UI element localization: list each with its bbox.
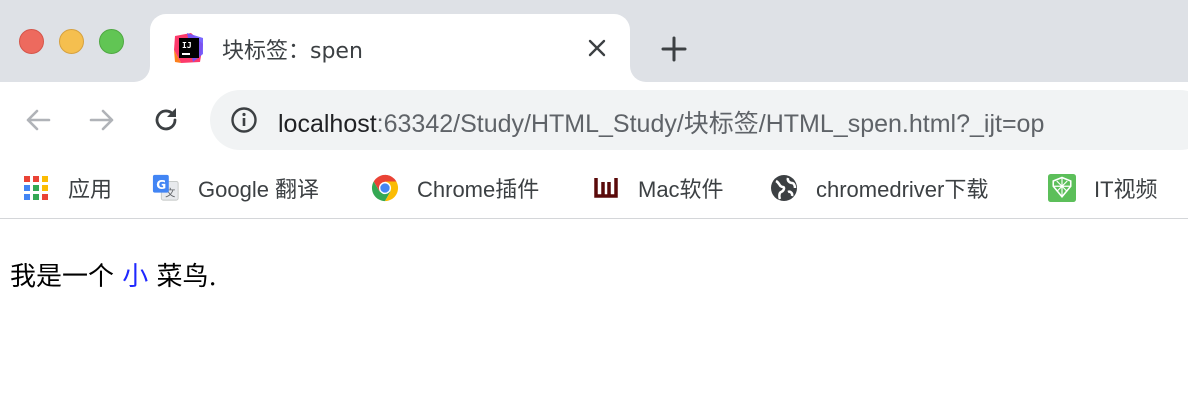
bookmark-label: chromedriver下载 [816,177,989,202]
chrome-icon [371,174,399,202]
close-icon[interactable] [581,32,613,64]
tab-strip: IJ 块标签：spen [0,0,1188,82]
address-bar[interactable]: localhost:63342/Study/HTML_Study/块标签/HTM… [210,90,1188,150]
bookmark-google-translate[interactable]: 文 G Google 翻译 [152,166,319,210]
bookmark-chrome-plugins[interactable]: Chrome插件 [371,166,539,210]
bookmark-label: Mac软件 [638,177,724,202]
svg-text:G: G [156,178,166,192]
active-tab[interactable]: IJ 块标签：spen [150,14,630,82]
bookmark-it-video[interactable]: IT视频 [1048,166,1158,210]
info-icon[interactable] [230,106,258,134]
it-video-icon [1048,174,1076,202]
intellij-icon: IJ [173,32,205,64]
url-path: :63342/Study/HTML_Study/块标签/HTML_spen.ht… [376,110,1045,138]
arrow-right-icon[interactable] [80,98,124,142]
bookmark-label: IT视频 [1094,177,1158,202]
window-minimize-button[interactable] [59,29,84,54]
arrow-left-icon[interactable] [16,98,60,142]
svg-text:IJ: IJ [182,41,192,50]
reload-icon[interactable] [144,98,188,142]
globe-icon [770,174,798,202]
bookmarks-bar: 应用 文 G Google 翻译 Chrome插件 Mac软件 chromedr… [0,158,1188,219]
bookmark-apps[interactable]: 应用 [22,166,112,210]
bookmark-label: 应用 [68,177,113,202]
toolbar: localhost:63342/Study/HTML_Study/块标签/HTM… [0,82,1188,158]
window-close-button[interactable] [19,29,44,54]
plus-icon[interactable] [654,29,694,69]
page-paragraph: 我是一个 小 菜鸟. [10,256,217,293]
paragraph-text: 我是一个 [10,262,123,292]
highlighted-span: 小 [122,262,149,292]
bookmark-label: Chrome插件 [417,177,540,202]
tab-title: 块标签：spen [222,39,363,64]
bookmark-label: Google 翻译 [198,177,320,202]
paragraph-text-end: 菜鸟. [148,262,217,292]
apps-grid-icon [22,174,50,202]
url-host: localhost [278,110,377,138]
bookmark-chromedriver[interactable]: chromedriver下载 [770,166,988,210]
bookmark-mac-software[interactable]: Mac软件 [592,166,724,210]
url-text: localhost:63342/Study/HTML_Study/块标签/HTM… [278,104,1044,140]
google-translate-icon: 文 G [152,174,180,202]
mac-software-icon [592,174,620,202]
window-zoom-button[interactable] [99,29,124,54]
